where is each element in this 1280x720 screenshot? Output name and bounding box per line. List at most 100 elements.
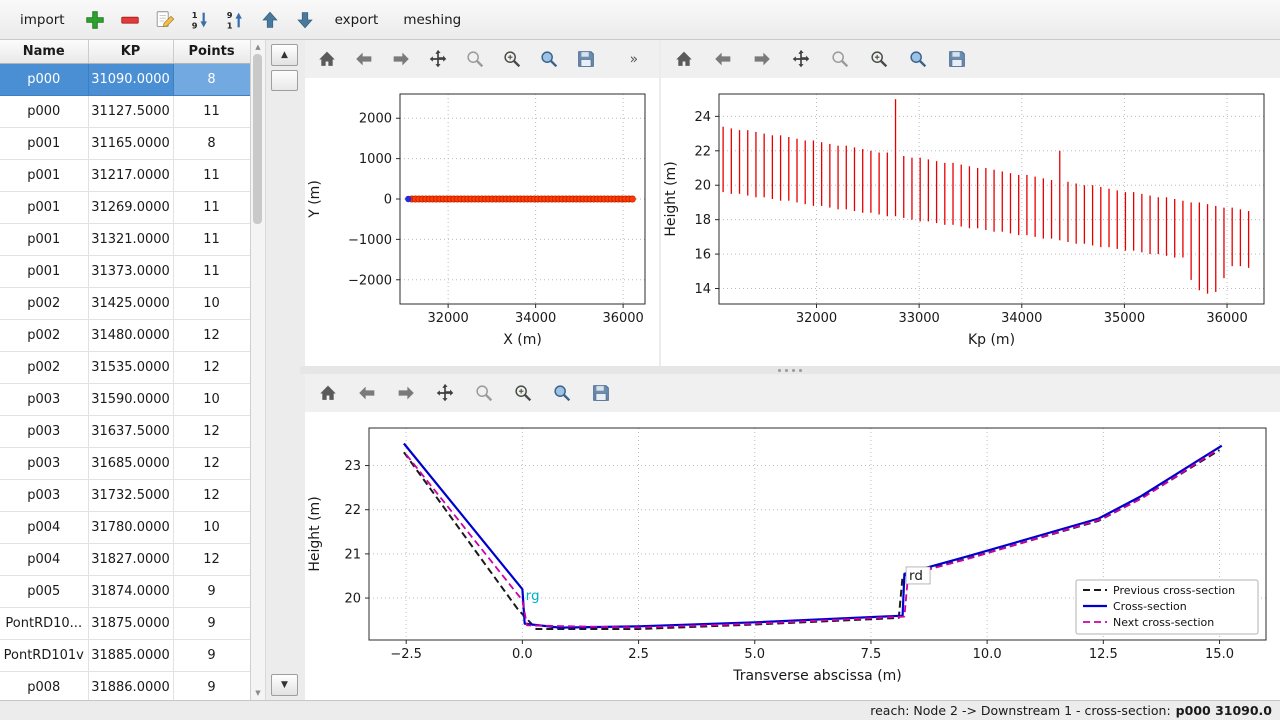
back-button[interactable] <box>354 380 380 406</box>
panel-scroll-down-button[interactable]: ▼ <box>271 674 298 696</box>
table-row[interactable]: p00131165.00008 <box>0 128 250 160</box>
kp-cell[interactable]: 31885.0000 <box>88 640 173 672</box>
move-down-button[interactable] <box>292 7 318 33</box>
kp-cell[interactable]: 31637.5000 <box>88 416 173 448</box>
subplots-button[interactable] <box>866 46 892 72</box>
name-cell[interactable]: p005 <box>0 576 88 608</box>
table-row[interactable]: p00031127.500011 <box>0 96 250 128</box>
name-cell[interactable]: p003 <box>0 416 88 448</box>
splitter-handle[interactable] <box>300 366 1280 374</box>
export-button[interactable]: export <box>327 8 387 32</box>
add-cross-section-button[interactable] <box>82 7 108 33</box>
back-button[interactable] <box>352 46 376 72</box>
points-cell[interactable]: 12 <box>173 320 250 352</box>
points-cell[interactable]: 12 <box>173 480 250 512</box>
home-button[interactable] <box>671 46 697 72</box>
remove-cross-section-button[interactable] <box>117 7 143 33</box>
table-row[interactable]: p00131269.000011 <box>0 192 250 224</box>
back-button[interactable] <box>710 46 736 72</box>
table-row[interactable]: p00831886.00009 <box>0 672 250 701</box>
name-cell[interactable]: PontRD10... <box>0 608 88 640</box>
table-row[interactable]: p00131217.000011 <box>0 160 250 192</box>
kp-cell[interactable]: 31480.0000 <box>88 320 173 352</box>
table-row[interactable]: p00331590.000010 <box>0 384 250 416</box>
table-row[interactable]: p00431780.000010 <box>0 512 250 544</box>
points-cell[interactable]: 12 <box>173 448 250 480</box>
name-cell[interactable]: p000 <box>0 64 88 96</box>
kp-cell[interactable]: 31875.0000 <box>88 608 173 640</box>
zoom-button[interactable] <box>463 46 487 72</box>
name-cell[interactable]: p003 <box>0 480 88 512</box>
panel-scroll-up-button[interactable]: ▲ <box>271 44 298 66</box>
kp-cell[interactable]: 31780.0000 <box>88 512 173 544</box>
zoom-button[interactable] <box>471 380 497 406</box>
points-cell[interactable]: 11 <box>173 192 250 224</box>
table-row[interactable]: p00131321.000011 <box>0 224 250 256</box>
points-cell[interactable]: 12 <box>173 544 250 576</box>
kp-cell[interactable]: 31590.0000 <box>88 384 173 416</box>
sort-descending-button[interactable]: 19 <box>187 7 213 33</box>
table-row[interactable]: p00331732.500012 <box>0 480 250 512</box>
name-cell[interactable]: p004 <box>0 544 88 576</box>
subplots-button[interactable] <box>510 380 536 406</box>
save-button[interactable] <box>588 380 614 406</box>
table-scrollbar[interactable]: ▲ ▼ <box>251 40 266 700</box>
kp-cell[interactable]: 31425.0000 <box>88 288 173 320</box>
points-cell[interactable]: 12 <box>173 416 250 448</box>
points-cell[interactable]: 11 <box>173 160 250 192</box>
forward-button[interactable] <box>393 380 419 406</box>
import-button[interactable]: import <box>12 8 73 32</box>
customize-button[interactable] <box>905 46 931 72</box>
table-row[interactable]: p00531874.00009 <box>0 576 250 608</box>
table-row[interactable]: p00331685.000012 <box>0 448 250 480</box>
points-cell[interactable]: 11 <box>173 224 250 256</box>
points-cell[interactable]: 11 <box>173 96 250 128</box>
meshing-button[interactable]: meshing <box>395 8 469 32</box>
save-button[interactable] <box>944 46 970 72</box>
table-row[interactable]: p00231535.000012 <box>0 352 250 384</box>
name-cell[interactable]: p008 <box>0 672 88 701</box>
name-cell[interactable]: p001 <box>0 160 88 192</box>
pan-button[interactable] <box>432 380 458 406</box>
name-cell[interactable]: p001 <box>0 192 88 224</box>
save-button[interactable] <box>574 46 598 72</box>
customize-button[interactable] <box>537 46 561 72</box>
kp-cell[interactable]: 31373.0000 <box>88 256 173 288</box>
table-row[interactable]: p00131373.000011 <box>0 256 250 288</box>
points-cell[interactable]: 10 <box>173 512 250 544</box>
points-cell[interactable]: 9 <box>173 608 250 640</box>
table-row[interactable]: PontRD101v31885.00009 <box>0 640 250 672</box>
column-header-name[interactable]: Name <box>0 40 88 64</box>
name-cell[interactable]: PontRD101v <box>0 640 88 672</box>
table-row[interactable]: p00031090.00008 <box>0 64 250 96</box>
kp-cell[interactable]: 31827.0000 <box>88 544 173 576</box>
forward-button[interactable] <box>749 46 775 72</box>
kp-cell[interactable]: 31090.0000 <box>88 64 173 96</box>
kp-cell[interactable]: 31217.0000 <box>88 160 173 192</box>
panel-scrollbar-thumb[interactable] <box>271 70 298 91</box>
home-button[interactable] <box>315 380 341 406</box>
kp-cell[interactable]: 31165.0000 <box>88 128 173 160</box>
table-row[interactable]: p00231480.000012 <box>0 320 250 352</box>
table-scroll-up-icon[interactable]: ▲ <box>251 42 265 52</box>
table-row[interactable]: p00231425.000010 <box>0 288 250 320</box>
points-cell[interactable]: 9 <box>173 672 250 701</box>
table-row[interactable]: p00331637.500012 <box>0 416 250 448</box>
zoom-button[interactable] <box>827 46 853 72</box>
forward-button[interactable] <box>389 46 413 72</box>
sort-ascending-button[interactable]: 91 <box>222 7 248 33</box>
kp-cell[interactable]: 31886.0000 <box>88 672 173 701</box>
points-cell[interactable]: 8 <box>173 64 250 96</box>
points-cell[interactable]: 12 <box>173 352 250 384</box>
home-button[interactable] <box>315 46 339 72</box>
edit-button[interactable] <box>152 7 178 33</box>
name-cell[interactable]: p003 <box>0 448 88 480</box>
cross-section-chart[interactable]: −2.50.02.55.07.510.012.515.020212223Tran… <box>305 412 1280 700</box>
kp-cell[interactable]: 31874.0000 <box>88 576 173 608</box>
table-scrollbar-thumb[interactable] <box>253 54 262 224</box>
pan-button[interactable] <box>426 46 450 72</box>
points-cell[interactable]: 10 <box>173 288 250 320</box>
name-cell[interactable]: p002 <box>0 288 88 320</box>
kp-cell[interactable]: 31321.0000 <box>88 224 173 256</box>
toolbar-overflow-button[interactable]: » <box>625 46 649 72</box>
